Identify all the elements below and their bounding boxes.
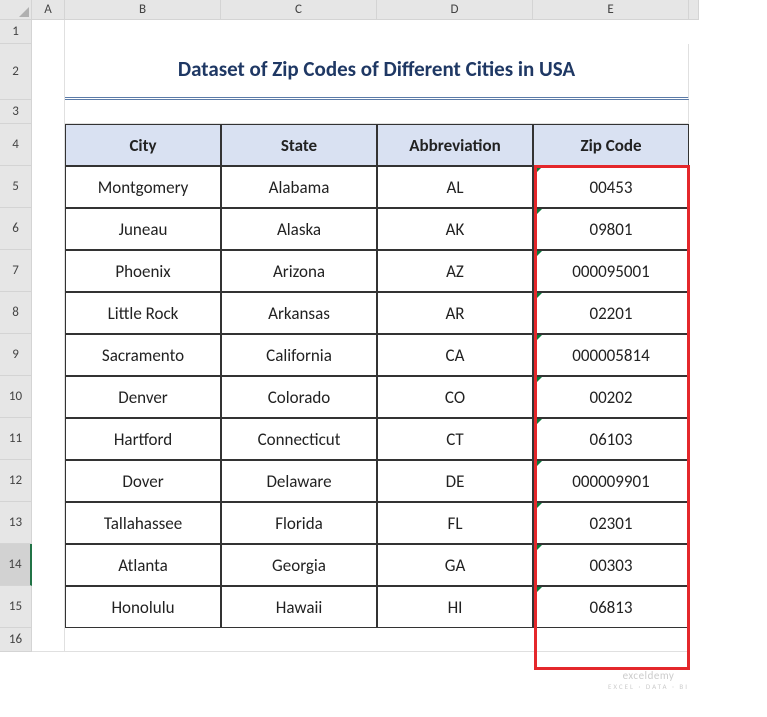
cell-city[interactable]: Sacramento (65, 334, 221, 376)
header-city[interactable]: City (65, 124, 221, 166)
row-header-1[interactable]: 1 (0, 20, 32, 44)
blank-row-16[interactable] (65, 628, 689, 652)
header-zip[interactable]: Zip Code (533, 124, 689, 166)
cell-city[interactable]: Hartford (65, 418, 221, 460)
cell-abbr[interactable]: CT (377, 418, 533, 460)
row-header-15[interactable]: 15 (0, 586, 32, 628)
col-header-E[interactable]: E (533, 0, 689, 20)
cell-abbr[interactable]: FL (377, 502, 533, 544)
watermark: exceldemy EXCEL · DATA · BI (608, 669, 689, 691)
cell-state[interactable]: Florida (221, 502, 377, 544)
cell-abbr[interactable]: AZ (377, 250, 533, 292)
cell-zip[interactable]: 000009901 (533, 460, 689, 502)
col-header-D[interactable]: D (377, 0, 533, 20)
row-header-9[interactable]: 9 (0, 334, 32, 376)
cell-zip[interactable]: 000005814 (533, 334, 689, 376)
cell-state[interactable]: Georgia (221, 544, 377, 586)
cell-zip[interactable]: 00303 (533, 544, 689, 586)
row-header-2[interactable]: 2 (0, 44, 32, 100)
cell-abbr[interactable]: GA (377, 544, 533, 586)
cell-city[interactable]: Juneau (65, 208, 221, 250)
watermark-sub: EXCEL · DATA · BI (608, 683, 689, 691)
col-a-blank[interactable] (32, 20, 65, 652)
cell-city[interactable]: Honolulu (65, 586, 221, 628)
cell-city[interactable]: Atlanta (65, 544, 221, 586)
watermark-main: exceldemy (608, 669, 689, 682)
row-header-12[interactable]: 12 (0, 460, 32, 502)
row-header-11[interactable]: 11 (0, 418, 32, 460)
row-header-3[interactable]: 3 (0, 100, 32, 124)
col-header-A[interactable]: A (32, 0, 65, 20)
header-abbr[interactable]: Abbreviation (377, 124, 533, 166)
cell-zip[interactable]: 00202 (533, 376, 689, 418)
cell-state[interactable]: Connecticut (221, 418, 377, 460)
row-header-10[interactable]: 10 (0, 376, 32, 418)
row-header-6[interactable]: 6 (0, 208, 32, 250)
cell-abbr[interactable]: AK (377, 208, 533, 250)
cell-city[interactable]: Phoenix (65, 250, 221, 292)
dataset-title[interactable]: Dataset of Zip Codes of Different Cities… (65, 44, 689, 100)
cell-abbr[interactable]: AR (377, 292, 533, 334)
cell-city[interactable]: Denver (65, 376, 221, 418)
select-all-corner[interactable] (0, 0, 32, 20)
cell-state[interactable]: Colorado (221, 376, 377, 418)
col-header-blank (689, 0, 699, 20)
cell-abbr[interactable]: CO (377, 376, 533, 418)
cell-abbr[interactable]: CA (377, 334, 533, 376)
blank-row-3[interactable] (65, 100, 689, 124)
cell-zip[interactable]: 09801 (533, 208, 689, 250)
cell-zip[interactable]: 00453 (533, 166, 689, 208)
cell-state[interactable]: Delaware (221, 460, 377, 502)
row-header-8[interactable]: 8 (0, 292, 32, 334)
cell-zip[interactable]: 02301 (533, 502, 689, 544)
cell-zip[interactable]: 06103 (533, 418, 689, 460)
cell-zip[interactable]: 02201 (533, 292, 689, 334)
cell-state[interactable]: Alaska (221, 208, 377, 250)
cell-city[interactable]: Dover (65, 460, 221, 502)
cell-abbr[interactable]: DE (377, 460, 533, 502)
cell-state[interactable]: Hawaii (221, 586, 377, 628)
row-header-7[interactable]: 7 (0, 250, 32, 292)
cell-abbr[interactable]: HI (377, 586, 533, 628)
spreadsheet-grid: A B C D E 1 2 3 4 5 6 7 8 9 10 11 12 13 … (0, 0, 699, 652)
row-header-16[interactable]: 16 (0, 628, 32, 652)
cell-city[interactable]: Little Rock (65, 292, 221, 334)
col-header-C[interactable]: C (221, 0, 377, 20)
row-header-5[interactable]: 5 (0, 166, 32, 208)
cell-state[interactable]: Arkansas (221, 292, 377, 334)
row-header-13[interactable]: 13 (0, 502, 32, 544)
cell-city[interactable]: Tallahassee (65, 502, 221, 544)
cell-state[interactable]: California (221, 334, 377, 376)
cell-zip[interactable]: 000095001 (533, 250, 689, 292)
cell-city[interactable]: Montgomery (65, 166, 221, 208)
cell-state[interactable]: Arizona (221, 250, 377, 292)
col-header-B[interactable]: B (65, 0, 221, 20)
cell-state[interactable]: Alabama (221, 166, 377, 208)
header-state[interactable]: State (221, 124, 377, 166)
cell-abbr[interactable]: AL (377, 166, 533, 208)
row-header-4[interactable]: 4 (0, 124, 32, 166)
cell-zip[interactable]: 06813 (533, 586, 689, 628)
row-header-14[interactable]: 14 (0, 544, 32, 586)
